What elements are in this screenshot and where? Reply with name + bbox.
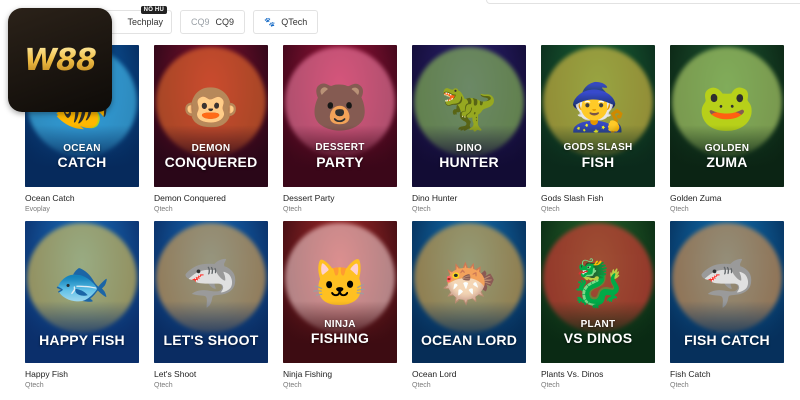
game-thumbnail[interactable]: 🧙 GODS SLASH FISH bbox=[541, 45, 655, 187]
game-card[interactable]: 🐡 OCEAN LORD Ocean Lord Qtech bbox=[412, 221, 526, 389]
thumbnail-title-line1: GOLDEN bbox=[704, 143, 750, 154]
game-thumbnail[interactable]: 🐻 DESSERT PARTY bbox=[283, 45, 397, 187]
game-thumbnail[interactable]: 🐸 GOLDEN ZUMA bbox=[670, 45, 784, 187]
game-card[interactable]: 🐵 DEMON CONQUERED Demon Conquered Qtech bbox=[154, 45, 268, 213]
game-title[interactable]: Gods Slash Fish bbox=[541, 193, 655, 203]
thumbnail-title-line1: DINO bbox=[455, 143, 483, 154]
cq9-icon: CQ9 bbox=[191, 17, 210, 27]
new-badge: NỔ HŨ bbox=[140, 6, 167, 14]
game-card[interactable]: 🦈 FISH CATCH Fish Catch Qtech bbox=[670, 221, 784, 389]
thumbnail-title-line2: LET'S SHOOT bbox=[163, 332, 259, 348]
game-lobby-page: W88 NỔ HŨ Techplay CQ9 CQ9 🐾 QTech 🐠 OCE… bbox=[0, 0, 800, 400]
thumbnail-title-line2: FISH bbox=[581, 154, 615, 170]
thumbnail-title-line2: CATCH bbox=[57, 154, 107, 170]
provider-tab-cq9[interactable]: CQ9 CQ9 bbox=[180, 10, 246, 34]
game-thumbnail[interactable]: 🦈 LET'S SHOOT bbox=[154, 221, 268, 363]
game-thumbnail[interactable]: 🦈 FISH CATCH bbox=[670, 221, 784, 363]
shark-icon: 🦈 bbox=[698, 257, 756, 310]
game-title[interactable]: Demon Conquered bbox=[154, 193, 268, 203]
dragon-icon: 🐉 bbox=[569, 257, 627, 310]
game-title[interactable]: Happy Fish bbox=[25, 369, 139, 379]
thumbnail-title-line2: ZUMA bbox=[706, 154, 748, 170]
game-provider: Qtech bbox=[670, 382, 689, 389]
provider-label: Techplay bbox=[127, 17, 163, 27]
game-provider: Qtech bbox=[412, 382, 431, 389]
game-provider: Qtech bbox=[25, 382, 44, 389]
game-title[interactable]: Ocean Lord bbox=[412, 369, 526, 379]
provider-filter-bar: NỔ HŨ Techplay CQ9 CQ9 🐾 QTech bbox=[96, 6, 319, 34]
paw-icon: 🐾 bbox=[264, 16, 276, 27]
thumbnail-title-line1: DESSERT bbox=[315, 142, 365, 153]
shark-cannon-icon: 🦈 bbox=[182, 257, 240, 310]
thumbnail-title-line2: PARTY bbox=[316, 154, 364, 170]
game-provider: Qtech bbox=[154, 382, 173, 389]
game-thumbnail[interactable]: 🐵 DEMON CONQUERED bbox=[154, 45, 268, 187]
god-of-wealth-icon: 🧙 bbox=[569, 81, 627, 134]
provider-tab-qtech[interactable]: 🐾 QTech bbox=[253, 10, 319, 34]
thumbnail-title-line2: HUNTER bbox=[439, 154, 499, 170]
game-provider: Qtech bbox=[541, 382, 560, 389]
game-card[interactable]: 🧙 GODS SLASH FISH Gods Slash Fish Qtech bbox=[541, 45, 655, 213]
thumbnail-title-line2: CONQUERED bbox=[164, 154, 258, 170]
game-title[interactable]: Let's Shoot bbox=[154, 369, 268, 379]
game-provider: Evoplay bbox=[25, 206, 50, 213]
game-provider: Qtech bbox=[154, 206, 173, 213]
game-provider: Qtech bbox=[541, 206, 560, 213]
game-card[interactable]: 🐻 DESSERT PARTY Dessert Party Qtech bbox=[283, 45, 397, 213]
game-thumbnail[interactable]: 🐡 OCEAN LORD bbox=[412, 221, 526, 363]
game-card[interactable]: 🐉 PLANT VS DINOS Plants Vs. Dinos Qtech bbox=[541, 221, 655, 389]
game-title[interactable]: Plants Vs. Dinos bbox=[541, 369, 655, 379]
w88-logo[interactable]: W88 bbox=[8, 8, 112, 112]
game-provider: Qtech bbox=[283, 206, 302, 213]
cat-ninja-icon: 🐱 bbox=[311, 257, 369, 310]
game-card[interactable]: 🦈 LET'S SHOOT Let's Shoot Qtech bbox=[154, 221, 268, 389]
thumbnail-title-line1: OCEAN bbox=[63, 143, 101, 154]
goldfish-icon: 🐟 bbox=[53, 257, 111, 310]
thumbnail-title-line2: FISHING bbox=[310, 330, 370, 346]
provider-label: QTech bbox=[281, 17, 308, 27]
game-provider: Qtech bbox=[412, 206, 431, 213]
game-card[interactable]: 🐸 GOLDEN ZUMA Golden Zuma Qtech bbox=[670, 45, 784, 213]
game-title[interactable]: Dino Hunter bbox=[412, 193, 526, 203]
thumbnail-title-line2: HAPPY FISH bbox=[39, 332, 125, 348]
dinosaur-icon: 🦖 bbox=[440, 81, 498, 134]
game-card[interactable]: 🐱 NINJA FISHING Ninja Fishing Qtech bbox=[283, 221, 397, 389]
game-thumbnail[interactable]: 🐱 NINJA FISHING bbox=[283, 221, 397, 363]
game-thumbnail[interactable]: 🐟 HAPPY FISH bbox=[25, 221, 139, 363]
game-title[interactable]: Golden Zuma bbox=[670, 193, 784, 203]
game-card[interactable]: 🐟 HAPPY FISH Happy Fish Qtech bbox=[25, 221, 139, 389]
monkey-king-icon: 🐵 bbox=[182, 81, 240, 134]
game-provider: Qtech bbox=[283, 382, 302, 389]
game-title[interactable]: Ninja Fishing bbox=[283, 369, 397, 379]
thumbnail-title-line2: FISH CATCH bbox=[684, 332, 770, 348]
thumbnail-title-line2: OCEAN LORD bbox=[420, 332, 518, 348]
thumbnail-title-line1: DEMON bbox=[191, 143, 231, 154]
game-card[interactable]: 🦖 DINO HUNTER Dino Hunter Qtech bbox=[412, 45, 526, 213]
thumbnail-title-line2: VS DINOS bbox=[563, 330, 633, 346]
game-provider: Qtech bbox=[670, 206, 689, 213]
game-thumbnail[interactable]: 🐉 PLANT VS DINOS bbox=[541, 221, 655, 363]
thumbnail-title-line1: PLANT bbox=[580, 319, 616, 330]
logo-text: W88 bbox=[24, 42, 97, 78]
frog-icon: 🐸 bbox=[698, 81, 756, 134]
game-thumbnail[interactable]: 🦖 DINO HUNTER bbox=[412, 45, 526, 187]
thumbnail-title-line1: GODS SLASH bbox=[563, 142, 633, 153]
game-title[interactable]: Fish Catch bbox=[670, 369, 784, 379]
game-title[interactable]: Dessert Party bbox=[283, 193, 397, 203]
search-bar-edge[interactable] bbox=[486, 0, 800, 4]
bear-chef-icon: 🐻 bbox=[311, 81, 369, 134]
ocean-lord-icon: 🐡 bbox=[440, 257, 498, 310]
game-title[interactable]: Ocean Catch bbox=[25, 193, 139, 203]
provider-label: CQ9 bbox=[215, 17, 235, 27]
thumbnail-title-line1: NINJA bbox=[324, 319, 356, 330]
